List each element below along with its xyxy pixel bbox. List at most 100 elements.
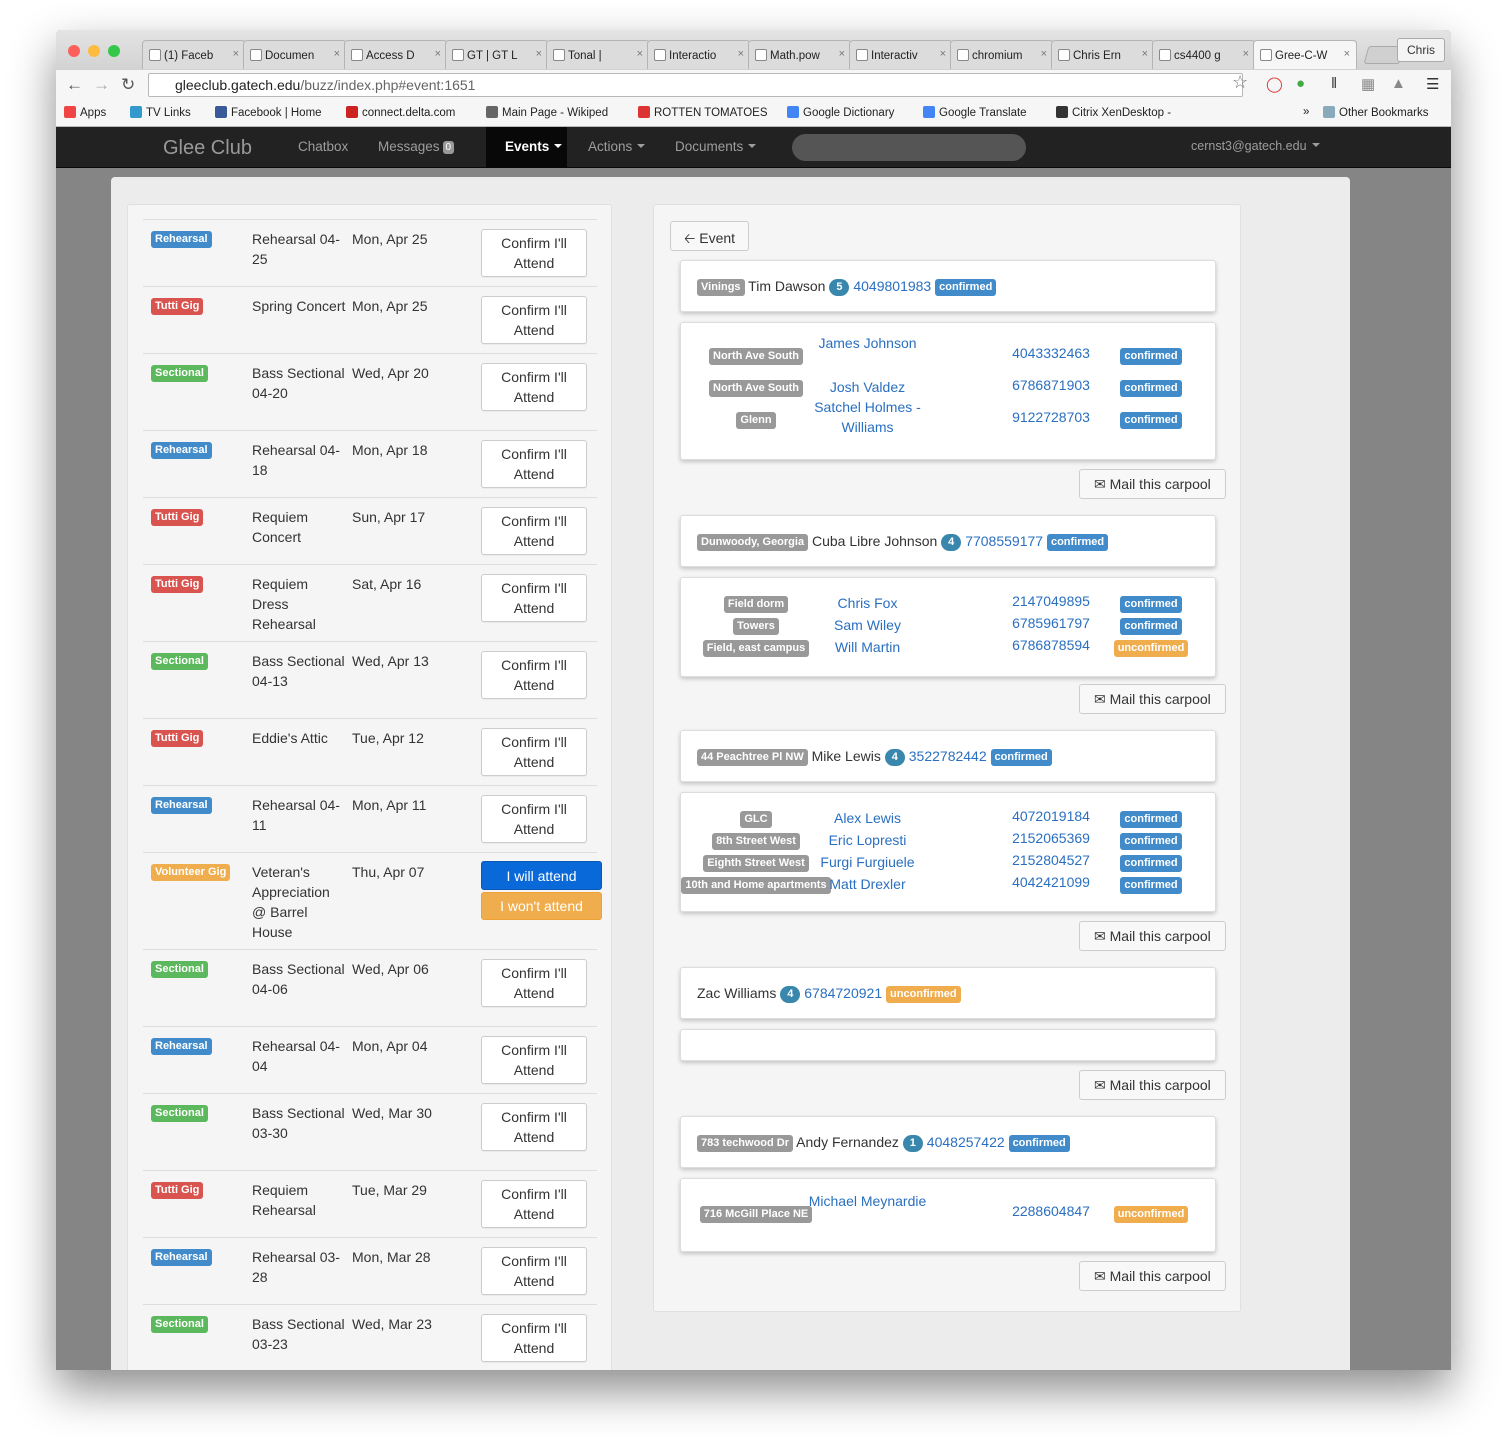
event-name[interactable]: Requiem Rehearsal — [252, 1180, 347, 1220]
passenger-phone-link[interactable]: 6785961797 — [981, 615, 1121, 631]
confirm-attend-button[interactable]: Confirm I'll Attend — [481, 296, 587, 344]
browser-tab[interactable]: Math.pow × — [748, 40, 852, 69]
bookmark-star-icon[interactable]: ☆ — [1232, 72, 1248, 93]
close-tab-icon[interactable]: × — [940, 48, 946, 60]
back-to-event-button[interactable]: 🡠 Event — [670, 221, 749, 251]
close-window-button[interactable] — [68, 45, 80, 57]
confirm-attend-button[interactable]: Confirm I'll Attend — [481, 728, 587, 776]
passenger-phone-link[interactable]: 2147049895 — [981, 593, 1121, 609]
mail-carpool-button[interactable]: ✉ Mail this carpool — [1079, 921, 1226, 951]
close-tab-icon[interactable]: × — [233, 48, 239, 60]
event-name[interactable]: Bass Sectional 04-06 — [252, 959, 347, 999]
confirm-attend-button[interactable]: Confirm I'll Attend — [481, 1103, 587, 1151]
close-tab-icon[interactable]: × — [334, 48, 340, 60]
confirm-attend-button[interactable]: Confirm I'll Attend — [481, 507, 587, 555]
passenger-phone-link[interactable]: 4042421099 — [981, 874, 1121, 890]
brand-logo[interactable]: Glee Club — [163, 137, 252, 160]
mail-carpool-button[interactable]: ✉ Mail this carpool — [1079, 684, 1226, 714]
bookmark-item[interactable]: TV Links — [130, 106, 191, 119]
browser-tab[interactable]: Tonal | × — [546, 40, 650, 69]
browser-tab[interactable]: cs4400 g × — [1152, 40, 1256, 69]
bookmark-item[interactable]: Main Page - Wikiped — [486, 106, 608, 119]
nav-events[interactable]: Events — [505, 139, 563, 154]
close-tab-icon[interactable]: × — [435, 48, 441, 60]
event-name[interactable]: Requiem Dress Rehearsal — [252, 574, 347, 634]
confirm-attend-button[interactable]: Confirm I'll Attend — [481, 229, 587, 277]
passenger-name-link[interactable]: Chris Fox — [799, 593, 936, 613]
confirm-attend-button[interactable]: Confirm I'll Attend — [481, 574, 587, 622]
maximize-window-button[interactable] — [108, 45, 120, 57]
reload-icon[interactable]: ↻ — [121, 75, 135, 95]
nav-chatbox[interactable]: Chatbox — [298, 139, 348, 154]
back-arrow-icon[interactable]: ← — [66, 75, 83, 95]
event-name[interactable]: Requiem Concert — [252, 507, 347, 547]
mail-carpool-button[interactable]: ✉ Mail this carpool — [1079, 1261, 1226, 1291]
nav-actions[interactable]: Actions — [588, 139, 646, 154]
browser-tab[interactable]: Interactio × — [647, 40, 751, 69]
passenger-name-link[interactable]: Sam Wiley — [799, 615, 936, 635]
menu-icon[interactable]: ☰ — [1426, 75, 1439, 93]
passenger-name-link[interactable]: Alex Lewis — [799, 808, 936, 828]
driver-phone-link[interactable]: 4049801983 — [853, 278, 931, 294]
bookmark-item[interactable]: Other Bookmarks — [1323, 106, 1428, 119]
mail-carpool-button[interactable]: ✉ Mail this carpool — [1079, 1070, 1226, 1100]
passenger-name-link[interactable]: James Johnson — [799, 333, 936, 353]
confirm-attend-button[interactable]: Confirm I'll Attend — [481, 959, 587, 1007]
passenger-name-link[interactable]: Furgi Furgiuele — [799, 852, 936, 872]
search-input[interactable] — [792, 134, 1026, 161]
event-name[interactable]: Bass Sectional 04-20 — [252, 363, 347, 403]
passenger-name-link[interactable]: Josh Valdez — [799, 377, 936, 397]
event-name[interactable]: Eddie's Attic — [252, 728, 347, 748]
browser-tab[interactable]: Documen × — [243, 40, 347, 69]
event-name[interactable]: Rehearsal 04-11 — [252, 795, 347, 835]
event-name[interactable]: Rehearsal 04-18 — [252, 440, 347, 480]
event-name[interactable]: Spring Concert — [252, 296, 347, 316]
passenger-phone-link[interactable]: 4072019184 — [981, 808, 1121, 824]
event-name[interactable]: Veteran's Appreciation @ Barrel House — [252, 862, 347, 942]
browser-tab[interactable]: Gree-C-W × — [1253, 40, 1357, 69]
event-name[interactable]: Rehearsal 04-25 — [252, 229, 347, 269]
confirm-attend-button[interactable]: Confirm I'll Attend — [481, 651, 587, 699]
driver-phone-link[interactable]: 4048257422 — [927, 1134, 1005, 1150]
forward-arrow-icon[interactable]: → — [93, 75, 110, 95]
passenger-phone-link[interactable]: 4043332463 — [981, 345, 1121, 361]
opera-extension-icon[interactable]: ◯ — [1266, 75, 1283, 93]
bookmark-item[interactable]: connect.delta.com — [346, 106, 455, 119]
passenger-name-link[interactable]: Satchel Holmes - Williams — [799, 397, 936, 437]
user-menu[interactable]: cernst3@gatech.edu — [1191, 139, 1320, 153]
passenger-phone-link[interactable]: 2152065369 — [981, 830, 1121, 846]
confirm-attend-button[interactable]: Confirm I'll Attend — [481, 363, 587, 411]
event-name[interactable]: Bass Sectional 04-13 — [252, 651, 347, 691]
passenger-phone-link[interactable]: 2288604847 — [981, 1203, 1121, 1219]
passenger-phone-link[interactable]: 6786878594 — [981, 637, 1121, 653]
close-tab-icon[interactable]: × — [738, 48, 744, 60]
bookmark-item[interactable]: Apps — [64, 106, 106, 119]
close-tab-icon[interactable]: × — [1344, 48, 1350, 60]
close-tab-icon[interactable]: × — [1142, 48, 1148, 60]
confirm-attend-button[interactable]: Confirm I'll Attend — [481, 1180, 587, 1228]
nav-messages[interactable]: Messages 0 — [378, 139, 455, 154]
browser-tab[interactable]: (1) Faceb × — [142, 40, 246, 69]
will-attend-button[interactable]: I will attend — [481, 861, 602, 890]
close-tab-icon[interactable]: × — [1243, 48, 1249, 60]
bookmark-item[interactable]: Citrix XenDesktop - — [1056, 106, 1171, 119]
confirm-attend-button[interactable]: Confirm I'll Attend — [481, 1247, 587, 1295]
profile-button[interactable]: Chris — [1396, 38, 1445, 62]
url-input[interactable]: gleeclub.gatech.edu/buzz/index.php#event… — [148, 73, 1243, 97]
nav-documents[interactable]: Documents — [675, 139, 757, 154]
passenger-name-link[interactable]: Michael Meynardie — [799, 1191, 936, 1211]
confirm-attend-button[interactable]: Confirm I'll Attend — [481, 1036, 587, 1084]
driver-phone-link[interactable]: 6784720921 — [804, 985, 882, 1001]
close-tab-icon[interactable]: × — [637, 48, 643, 60]
browser-tab[interactable]: chromium × — [950, 40, 1054, 69]
confirm-attend-button[interactable]: Confirm I'll Attend — [481, 440, 587, 488]
evernote-extension-icon[interactable]: ● — [1296, 75, 1305, 92]
passenger-name-link[interactable]: Eric Lopresti — [799, 830, 936, 850]
bookmark-item[interactable]: Google Dictionary — [787, 106, 894, 119]
passenger-name-link[interactable]: Will Martin — [799, 637, 936, 657]
passenger-phone-link[interactable]: 9122728703 — [981, 409, 1121, 425]
bookmark-item[interactable]: Facebook | Home — [215, 106, 322, 119]
minimize-window-button[interactable] — [88, 45, 100, 57]
passenger-phone-link[interactable]: 6786871903 — [981, 377, 1121, 393]
puzzle-extension-icon[interactable]: ▦ — [1361, 75, 1375, 93]
